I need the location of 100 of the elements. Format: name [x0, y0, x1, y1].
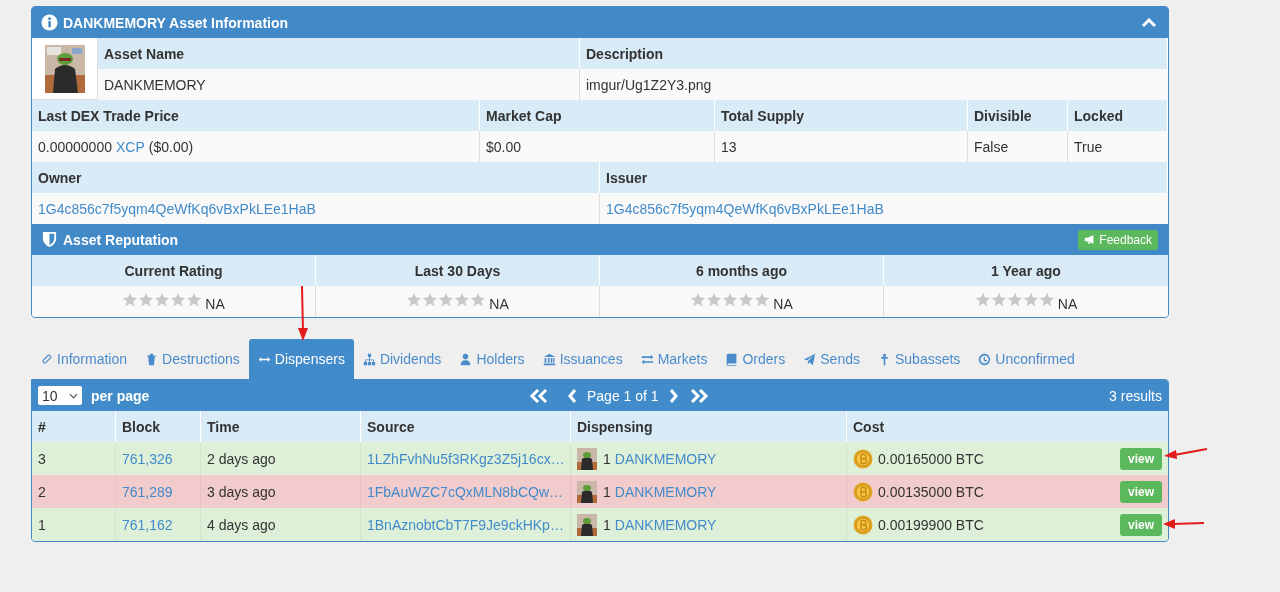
table-cell: 1	[603, 483, 611, 500]
table-cell: 1	[603, 450, 611, 467]
caret-icon	[69, 392, 78, 399]
table-cell: 1	[603, 516, 611, 533]
trash-icon	[145, 352, 159, 366]
rating-label: Current Rating	[32, 255, 316, 286]
field-value: True	[1074, 138, 1103, 155]
first-page-icon[interactable]	[529, 388, 549, 403]
last-page-icon[interactable]	[688, 388, 709, 403]
field-value: 13	[721, 138, 737, 155]
star-icon	[438, 292, 455, 308]
star-icon	[154, 292, 171, 308]
rating-value: NA	[205, 295, 225, 312]
star-icon	[738, 292, 755, 308]
panel-title: DANKMEMORY Asset Information	[63, 14, 289, 31]
table-cell: 2	[38, 483, 46, 500]
annotation-arrow	[1164, 448, 1208, 462]
star-icon	[706, 292, 723, 308]
tab[interactable]: Sends	[794, 339, 869, 379]
tab[interactable]: Unconfirmed	[969, 339, 1084, 379]
field-value: ($0.00)	[148, 138, 194, 155]
field-value: $0.00	[486, 138, 522, 155]
asset-link[interactable]: DANKMEMORY	[614, 450, 717, 467]
tab[interactable]: Information	[31, 339, 137, 379]
view-button[interactable]: view	[1120, 513, 1162, 536]
coin-icon	[853, 481, 873, 502]
block-link[interactable]: 761,289	[122, 483, 173, 500]
star-icon	[454, 292, 471, 308]
tab[interactable]: Destructions	[136, 339, 249, 379]
address-link[interactable]: 1FbAuWZC7cQxMLN8bCQw…	[367, 483, 564, 500]
star-icon	[690, 292, 707, 308]
field-value: imgur/Ug1Z2Y3.png	[580, 69, 1168, 100]
table-cell: 0.00199900 BTC	[878, 516, 984, 533]
tab[interactable]: Orders	[716, 339, 795, 379]
rating-value: NA	[1057, 295, 1078, 312]
previous-page-icon[interactable]	[567, 388, 577, 403]
coin-icon	[853, 448, 873, 469]
bank-icon	[542, 352, 556, 366]
star-icon	[990, 292, 1007, 308]
table-cell: 4 days ago	[207, 516, 276, 533]
table-cell: 1	[38, 516, 46, 533]
star-icon	[406, 292, 423, 308]
block-link[interactable]: 761,326	[122, 450, 173, 467]
asset-link[interactable]: DANKMEMORY	[614, 483, 717, 500]
annotation-arrow	[297, 286, 309, 342]
asset-link[interactable]: DANKMEMORY	[614, 516, 717, 533]
section-title: Asset Reputation	[63, 231, 179, 248]
table-cell: 2 days ago	[207, 450, 276, 467]
star-icon	[422, 292, 439, 308]
star-icon	[754, 292, 771, 308]
hierarchy-icon	[362, 352, 376, 366]
collapse-icon[interactable]	[1142, 17, 1156, 28]
field-label: Locked	[1068, 100, 1168, 131]
tab[interactable]: Issuances	[533, 339, 632, 379]
per-page-select[interactable]: 10	[38, 386, 82, 405]
table-cell: 3 days ago	[207, 483, 276, 500]
rating-value: NA	[773, 295, 793, 312]
tab[interactable]: Holders	[450, 339, 534, 379]
field-label: Owner	[32, 162, 600, 193]
info-icon	[41, 14, 58, 31]
star-icon	[974, 292, 991, 308]
tab[interactable]: Subassets	[868, 339, 970, 379]
table-cell: 0.00165000 BTC	[878, 450, 984, 467]
rating-value: NA	[489, 295, 509, 312]
star-icon	[722, 292, 739, 308]
tab[interactable]: Markets	[631, 339, 717, 379]
page-indicator: Page 1 of 1	[587, 387, 659, 404]
clock-icon	[978, 352, 992, 366]
results-count: 3 results	[1109, 387, 1162, 404]
coin-icon	[853, 514, 873, 535]
view-button[interactable]: view	[1120, 447, 1162, 470]
star-icon	[1022, 292, 1039, 308]
user-icon	[459, 352, 473, 366]
rating-label: 1 Year ago	[884, 255, 1168, 286]
star-icon	[470, 292, 487, 308]
annotation-arrow	[1163, 518, 1205, 530]
view-button[interactable]: view	[1120, 480, 1162, 503]
next-page-icon[interactable]	[668, 388, 679, 403]
rating-label: Last 30 Days	[316, 255, 600, 286]
field-label: Divisible	[968, 100, 1068, 131]
star-icon	[186, 292, 203, 308]
table-cell: 3	[38, 450, 46, 467]
per-page-label: per page	[91, 387, 150, 404]
star-icon	[122, 292, 139, 308]
field-value: 0.00000000	[38, 138, 112, 155]
block-link[interactable]: 761,162	[122, 516, 173, 533]
field-value: False	[974, 138, 1009, 155]
tab[interactable]: Dispensers	[248, 339, 354, 379]
field-link[interactable]: XCP	[115, 138, 145, 155]
exchange-icon	[640, 352, 654, 366]
book-icon	[725, 352, 739, 366]
table-cell: 0.00135000 BTC	[878, 483, 984, 500]
tab[interactable]: Dividends	[353, 339, 451, 379]
field-label: Issuer	[600, 162, 1168, 193]
address-link[interactable]: 1LZhFvhNu5f3RKgz3Z5j16cx…	[367, 450, 565, 467]
star-icon	[138, 292, 155, 308]
field-label: Total Supply	[715, 100, 968, 131]
address-link[interactable]: 1BnAznobtCbT7F9Je9ckHKp…	[367, 516, 564, 533]
paperclip-icon	[40, 352, 53, 366]
feedback-button[interactable]: Feedback	[1078, 229, 1158, 250]
